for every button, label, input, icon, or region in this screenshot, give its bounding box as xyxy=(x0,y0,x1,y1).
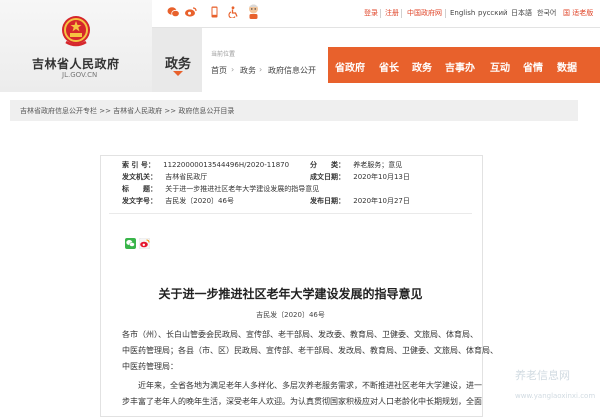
nav-data[interactable]: 数据 xyxy=(557,59,577,74)
site-name[interactable]: 吉林省人民政府 xyxy=(32,55,120,72)
national-emblem-icon[interactable] xyxy=(60,14,92,48)
meta-divider xyxy=(109,213,472,214)
watermark: 养老信息网 xyxy=(515,369,570,382)
mobile-icon[interactable] xyxy=(208,6,221,18)
paragraph-line: 步丰富了老年人的晚年生活，深受老年人欢迎。为认真贯彻国家积极应对人口老龄化中长期… xyxy=(122,397,482,406)
meta-title: 标 题： 关于进一步推进社区老年大学建设发展的指导意见 xyxy=(122,184,319,195)
meta-issuer-value: 吉林省民政厅 xyxy=(165,173,208,181)
lang-korean[interactable]: 한국어 xyxy=(537,9,556,18)
meta-title-value: 关于进一步推进社区老年大学建设发展的指导意见 xyxy=(165,185,320,193)
meta-doc-no-value: 吉民发〔2020〕46号 xyxy=(165,197,234,205)
nav-governor[interactable]: 省长 xyxy=(379,59,399,74)
elder-version-link[interactable]: 国 适老版 xyxy=(563,9,593,18)
share-wechat-icon[interactable] xyxy=(125,238,136,249)
share-weibo-icon[interactable] xyxy=(139,238,150,249)
meta-index: 索 引 号： 11220000013544496H/2020-11870 xyxy=(122,160,289,171)
breadcrumb-separator: › xyxy=(231,65,235,74)
meta-category-value: 养老服务；意见 xyxy=(353,161,403,169)
weibo-icon[interactable] xyxy=(184,6,197,18)
elder-mode-icon[interactable] xyxy=(246,3,261,20)
meta-issuer-label: 发文机关： xyxy=(122,173,157,181)
meta-category: 分 类： 养老服务；意见 xyxy=(310,160,402,171)
breadcrumb[interactable]: 吉林省政府信息公开专栏 >> 吉林省人民政府 >> 政府信息公开目录 xyxy=(20,106,234,116)
lang-english[interactable]: English xyxy=(450,9,475,18)
site-domain: JL.GOV.CN xyxy=(62,71,98,79)
separator xyxy=(380,9,381,18)
gov-portal-link[interactable]: 中国政府网 xyxy=(407,9,442,18)
separator xyxy=(401,9,402,18)
meta-date-written-label: 成文日期： xyxy=(310,173,345,181)
document-number: 吉民发〔2020〕46号 xyxy=(256,311,325,319)
paragraph-line: 中医药管理局；各县（市、区）民政局、宣传部、老干部局、发改局、教育局、卫健委、文… xyxy=(122,346,498,355)
document-paragraph-1: 各市（州）、长白山管委会民政局、宣传部、老干部局、发改委、教育局、卫健委、文旅局… xyxy=(122,327,498,375)
nav-provincial-gov[interactable]: 省政府 xyxy=(335,59,365,74)
breadcrumb-politics[interactable]: 政务 xyxy=(240,65,256,76)
breadcrumb-separator: › xyxy=(259,65,263,74)
meta-date-written: 成文日期： 2020年10月13日 xyxy=(310,172,410,183)
meta-index-label: 索 引 号： xyxy=(122,161,155,169)
nav-province-info[interactable]: 省情 xyxy=(523,59,543,74)
login-link[interactable]: 登录 xyxy=(364,9,378,18)
top-divider xyxy=(150,27,600,28)
meta-pub-date: 发布日期： 2020年10月27日 xyxy=(310,196,410,207)
meta-doc-no: 发文字号： 吉民发〔2020〕46号 xyxy=(122,196,234,207)
nav-politics[interactable]: 政务 xyxy=(412,59,432,74)
meta-pub-date-label: 发布日期： xyxy=(310,197,345,205)
breadcrumb-home[interactable]: 首页 xyxy=(211,65,227,76)
meta-issuer: 发文机关： 吉林省民政厅 xyxy=(122,172,207,183)
register-link[interactable]: 注册 xyxy=(385,9,399,18)
section-arrow-icon xyxy=(173,71,183,76)
current-position-label: 当前位置 xyxy=(211,51,236,58)
document-title: 关于进一步推进社区老年大学建设发展的指导意见 xyxy=(158,287,423,301)
watermark-url: www.yanglaoxinxi.com xyxy=(515,392,596,400)
accessibility-icon[interactable] xyxy=(227,6,240,18)
separator xyxy=(445,9,446,18)
paragraph-line: 各市（州）、长白山管委会民政局、宣传部、老干部局、发改委、教育局、卫健委、文旅局… xyxy=(122,330,478,339)
meta-date-written-value: 2020年10月13日 xyxy=(353,173,410,181)
meta-doc-no-label: 发文字号： xyxy=(122,197,157,205)
document-paragraph-2: 近年来，全省各地为满足老年人多样化、多层次养老服务需求，不断推进社区老年大学建设… xyxy=(122,378,482,410)
paragraph-line: 近年来，全省各地为满足老年人多样化、多层次养老服务需求，不断推进社区老年大学建设… xyxy=(122,381,482,390)
section-title: 政务 xyxy=(165,57,192,72)
meta-category-label: 分 类： xyxy=(310,161,345,169)
nav-jishiban[interactable]: 吉事办 xyxy=(445,59,475,74)
meta-index-value: 11220000013544496H/2020-11870 xyxy=(163,161,290,169)
meta-title-label: 标 题： xyxy=(122,185,157,193)
lang-russian[interactable]: русский xyxy=(478,9,508,18)
meta-pub-date-value: 2020年10月27日 xyxy=(353,197,410,205)
nav-interaction[interactable]: 互动 xyxy=(490,59,510,74)
lang-japanese[interactable]: 日本語 xyxy=(511,9,532,18)
wechat-icon[interactable] xyxy=(167,6,180,18)
paragraph-line: 中医药管理局： xyxy=(122,362,178,371)
breadcrumb-info-disclosure[interactable]: 政府信息公开 xyxy=(268,65,316,76)
